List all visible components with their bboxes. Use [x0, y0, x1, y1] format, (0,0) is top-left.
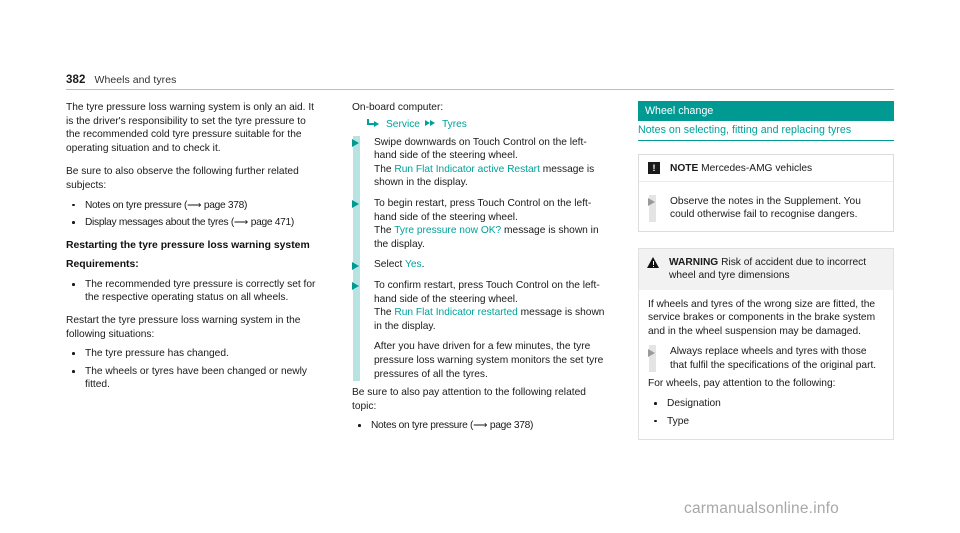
warning-box-header: WARNING Risk of accident due to incorrec… — [639, 248, 893, 290]
display-message-link[interactable]: Run Flat Indicator restarted — [394, 307, 517, 318]
note-box: ! NOTE Mercedes-AMG vehicles Observe the… — [638, 153, 894, 232]
content-columns: The tyre pressure loss warning system is… — [66, 101, 894, 441]
warning-closing-lead: For wheels, pay attention to the followi… — [648, 378, 836, 390]
related-topic-list: Notes on tyre pressure (⟶ page 378) — [352, 419, 608, 433]
list-item-label: Notes on tyre pressure (⟶ page 378) — [371, 420, 534, 432]
menu-path-tyres-label: Tyres — [441, 118, 467, 130]
step-item: Select Yes. — [352, 258, 608, 272]
warning-triangle-icon — [647, 256, 660, 269]
list-item: Designation — [648, 397, 884, 411]
restart-lead-paragraph: Restart the tyre pressure loss warning s… — [66, 314, 301, 340]
observe-lead-paragraph: Be sure to also observe the following fu… — [66, 166, 299, 191]
list-item-label: The wheels or tyres have been changed or… — [85, 365, 307, 391]
display-message-link[interactable]: Tyre pressure now OK? — [394, 225, 501, 236]
note-box-body: Observe the notes in the Supplement. You… — [639, 182, 893, 231]
list-item: Notes on tyre pressure (⟶ page 378) — [352, 419, 608, 433]
step-result-prefix: The — [374, 163, 395, 175]
page-header: 382 Wheels and tyres — [66, 74, 894, 90]
step-result-prefix: The — [374, 307, 395, 319]
onboard-computer-label: On-board computer: — [352, 102, 444, 113]
step-arrow-icon — [352, 138, 359, 147]
double-chevron-icon — [424, 119, 437, 129]
step-arrow-icon — [352, 282, 359, 291]
restart-bullet-list: The tyre pressure has changed. The wheel… — [66, 347, 322, 392]
note-step-list: Observe the notes in the Supplement. You… — [648, 194, 884, 222]
display-message-link[interactable]: Run Flat Indicator active Restart — [394, 164, 540, 175]
step-followup-note: After you have driven for a few minutes,… — [374, 341, 604, 380]
step-result-prefix: The — [374, 225, 395, 237]
menu-path-service-label: Service — [386, 118, 420, 130]
restart-heading: Restarting the tyre pressure loss warnin… — [66, 239, 310, 251]
bullet-dot-icon — [72, 352, 75, 355]
site-watermark: carmanualsonline.info — [684, 500, 839, 517]
bullet-dot-icon — [72, 282, 75, 286]
list-item: Notes on tyre pressure (⟶ page 378) — [66, 199, 322, 213]
step-text: Select — [374, 259, 405, 271]
step-item: To begin restart, press Touch Control on… — [352, 197, 608, 251]
list-item: The tyre pressure has changed. — [66, 347, 322, 361]
intro-paragraph: The tyre pressure loss warning system is… — [66, 102, 314, 154]
list-item: Display messages about the tyres (⟶ page… — [66, 216, 322, 230]
list-item: The recommended tyre pressure is correct… — [66, 278, 322, 305]
bullet-dot-icon — [358, 424, 361, 428]
note-subject: Mercedes-AMG vehicles — [701, 162, 813, 174]
list-item-label: Display messages about the tyres (⟶ page… — [85, 217, 294, 229]
requirements-bullet-list: The recommended tyre pressure is correct… — [66, 278, 322, 305]
list-item-label: Notes on tyre pressure (⟶ page 378) — [85, 199, 248, 211]
list-item: Type — [648, 415, 884, 429]
list-item-label: Designation — [667, 398, 721, 410]
menu-path-breadcrumb: Service Tyres — [352, 119, 608, 130]
warning-body-text: If wheels and tyres of the wrong size ar… — [648, 298, 876, 337]
requirements-heading: Requirements: — [66, 258, 139, 270]
step-arrow-icon — [648, 197, 655, 206]
section-subtitle: Notes on selecting, fitting and replacin… — [638, 121, 894, 141]
step-item: Observe the notes in the Supplement. You… — [648, 195, 884, 222]
step-item: To confirm restart, press Touch Control … — [352, 279, 608, 333]
right-column: Wheel change Notes on selecting, fitting… — [638, 101, 894, 441]
note-exclamation-icon: ! — [648, 162, 660, 174]
bullet-dot-icon — [72, 203, 75, 207]
warning-box-title: WARNING Risk of accident due to incorrec… — [669, 256, 884, 283]
step-text: Observe the notes in the Supplement. You… — [670, 195, 861, 221]
step-item: Always replace wheels and tyres with tho… — [648, 345, 884, 372]
step-arrow-icon — [648, 348, 655, 357]
related-topic-lead: Be sure to also pay attention to the fol… — [352, 387, 586, 412]
warning-step-list: Always replace wheels and tyres with tho… — [648, 345, 884, 373]
step-arrow-icon — [352, 200, 359, 209]
bullet-dot-icon — [72, 369, 75, 373]
left-column: The tyre pressure loss warning system is… — [66, 101, 322, 440]
page-number: 382 — [66, 74, 86, 86]
bullet-dot-icon — [654, 419, 657, 423]
chapter-title: Wheels and tyres — [94, 74, 177, 86]
warning-box: WARNING Risk of accident due to incorrec… — [638, 247, 894, 441]
step-text: Swipe downwards on Touch Control on the … — [374, 136, 587, 162]
section-title-bar: Wheel change — [638, 101, 894, 121]
restart-step-list: Swipe downwards on Touch Control on the … — [352, 135, 608, 382]
step-arrow-icon — [352, 261, 359, 270]
step-result-suffix: . — [421, 259, 425, 271]
bullet-dot-icon — [72, 221, 75, 224]
corner-arrow-icon — [367, 119, 381, 129]
observe-bullet-list: Notes on tyre pressure (⟶ page 378) Disp… — [66, 199, 322, 230]
step-item: Swipe downwards on Touch Control on the … — [352, 136, 608, 190]
middle-column: On-board computer: Service Tyres Swipe d… — [352, 101, 608, 440]
list-item-label: Type — [667, 415, 690, 427]
warning-closing-list: Designation Type — [648, 397, 884, 428]
display-message-link[interactable]: Yes — [405, 259, 422, 270]
list-item: The wheels or tyres have been changed or… — [66, 365, 322, 392]
step-text: Always replace wheels and tyres with tho… — [670, 346, 877, 371]
step-text: To confirm restart, press Touch Control … — [374, 279, 600, 305]
warning-box-body: If wheels and tyres of the wrong size ar… — [639, 290, 893, 440]
warning-label: WARNING — [669, 256, 719, 268]
list-item-label: The recommended tyre pressure is correct… — [85, 278, 316, 304]
step-text: To begin restart, press Touch Control on… — [374, 197, 592, 223]
note-box-header: ! NOTE Mercedes-AMG vehicles — [639, 155, 893, 182]
list-item-label: The tyre pressure has changed. — [85, 348, 229, 360]
note-box-title: NOTE Mercedes-AMG vehicles — [670, 162, 812, 175]
note-label: NOTE — [670, 162, 699, 174]
bullet-dot-icon — [654, 402, 657, 405]
